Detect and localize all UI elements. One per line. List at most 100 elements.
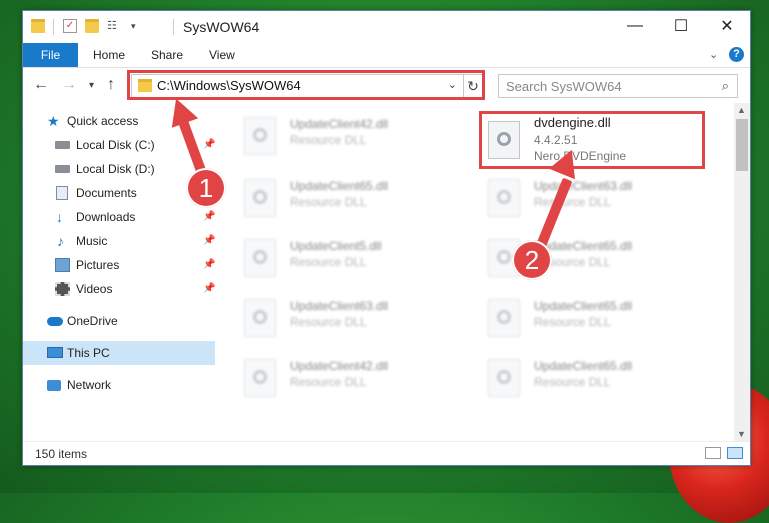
list-item[interactable]: UpdateClient42.dll Resource DLL xyxy=(236,355,466,407)
details-view-icon[interactable] xyxy=(705,447,721,459)
network-icon xyxy=(47,380,61,391)
sidebar-item-downloads[interactable]: ↓ Downloads 📌 xyxy=(23,205,215,229)
item-count: 150 items xyxy=(35,447,88,461)
new-folder-icon[interactable] xyxy=(85,19,99,33)
file-name: UpdateClient65.dll xyxy=(290,179,389,193)
sidebar-item-label: Videos xyxy=(76,282,113,296)
sidebar-item-this-pc[interactable]: This PC xyxy=(23,341,215,365)
minimize-button[interactable]: — xyxy=(612,11,658,41)
status-bar: 150 items xyxy=(23,441,750,466)
pin-icon: 📌 xyxy=(203,139,216,150)
list-item[interactable]: UpdateClient65.dll Resource DLL xyxy=(480,355,710,407)
close-button[interactable]: ✕ xyxy=(704,11,750,41)
large-icons-view-icon[interactable] xyxy=(727,447,743,459)
scroll-down-icon[interactable]: ▼ xyxy=(737,429,746,439)
dll-file-icon xyxy=(244,117,276,155)
file-name: UpdateClient65.dll xyxy=(534,359,633,373)
search-icon: ⌕ xyxy=(721,78,729,93)
search-box[interactable]: Search SysWOW64 ⌕ xyxy=(498,74,738,98)
folder-icon xyxy=(31,19,45,33)
sidebar-item-onedrive[interactable]: OneDrive xyxy=(23,309,215,333)
drive-icon xyxy=(55,141,70,149)
file-list: UpdateClient42.dll Resource DLL UpdateCl… xyxy=(216,107,736,441)
file-name: UpdateClient42.dll xyxy=(290,359,389,373)
sidebar-item-network[interactable]: Network xyxy=(23,373,215,397)
file-description: Resource DLL xyxy=(534,315,611,329)
sidebar-item-label: Pictures xyxy=(76,258,120,272)
maximize-button[interactable]: ☐ xyxy=(658,11,704,41)
list-item[interactable]: UpdateClient5.dll Resource DLL xyxy=(236,235,466,287)
file-description: Resource DLL xyxy=(290,375,367,389)
star-icon: ★ xyxy=(47,113,60,129)
list-item[interactable]: UpdateClient63.dll Resource DLL xyxy=(236,295,466,347)
back-arrow-icon[interactable]: ← xyxy=(33,76,49,94)
tab-file[interactable]: File xyxy=(23,43,78,67)
sidebar-item-videos[interactable]: Videos 📌 xyxy=(23,277,215,301)
sidebar-item-label: Music xyxy=(76,234,108,248)
tab-home[interactable]: Home xyxy=(93,43,125,67)
dll-file-icon xyxy=(244,359,276,397)
file-name: UpdateClient5.dll xyxy=(290,239,382,253)
pin-icon: 📌 xyxy=(203,283,216,294)
music-icon: ♪ xyxy=(57,233,64,249)
list-item[interactable]: UpdateClient42.dll Resource DLL xyxy=(236,113,466,165)
sidebar-item-label: OneDrive xyxy=(67,314,118,328)
documents-icon xyxy=(56,186,68,200)
sidebar-item-label: Network xyxy=(67,378,112,392)
scrollbar-thumb[interactable] xyxy=(736,119,748,171)
address-highlight-box xyxy=(127,70,485,100)
sidebar-item-music[interactable]: ♪ Music 📌 xyxy=(23,229,215,253)
dll-file-icon xyxy=(488,359,520,397)
dll-file-icon xyxy=(244,299,276,337)
list-item[interactable]: UpdateClient65.dll Resource DLL xyxy=(480,295,710,347)
title-bar: ✓ ☷ ▾ SysWOW64 — ☐ ✕ xyxy=(23,11,750,43)
divider xyxy=(53,19,54,35)
file-name: UpdateClient63.dll xyxy=(534,179,633,193)
up-arrow-icon[interactable]: ↑ xyxy=(107,76,115,94)
drive-icon xyxy=(55,165,70,173)
qat-dropdown-icon[interactable]: ▾ xyxy=(131,19,145,33)
videos-icon xyxy=(55,282,70,296)
divider xyxy=(173,19,174,35)
sidebar-item-pictures[interactable]: Pictures 📌 xyxy=(23,253,215,277)
file-description: Resource DLL xyxy=(290,133,367,147)
step-badge-2: 2 xyxy=(512,240,552,280)
list-item[interactable]: UpdateClient63.dll Resource DLL xyxy=(480,175,710,227)
forward-arrow-icon[interactable]: → xyxy=(61,76,77,94)
sidebar-item-label: Local Disk (D:) xyxy=(76,162,155,176)
window-title: SysWOW64 xyxy=(183,19,260,35)
sidebar-item-label: Downloads xyxy=(76,210,136,224)
file-name: UpdateClient65.dll xyxy=(534,299,633,313)
pictures-icon xyxy=(55,258,70,272)
sidebar-item-label: This PC xyxy=(67,346,110,360)
file-name: UpdateClient42.dll xyxy=(290,117,389,131)
properties-icon[interactable]: ✓ xyxy=(63,19,77,33)
file-description: Resource DLL xyxy=(290,195,367,209)
tab-share[interactable]: Share xyxy=(151,43,183,67)
navigation-pane: ★ Quick access Local Disk (C:) 📌 Local D… xyxy=(23,107,215,441)
pin-icon: 📌 xyxy=(203,235,216,246)
sidebar-item-local-disk-d[interactable]: Local Disk (D:) xyxy=(23,157,215,181)
sidebar-item-label: Local Disk (C:) xyxy=(76,138,155,152)
scroll-up-icon[interactable]: ▲ xyxy=(737,105,746,115)
help-icon[interactable]: ? xyxy=(729,47,744,62)
dll-file-icon xyxy=(488,179,520,217)
pc-icon xyxy=(47,347,63,358)
customize-toolbar-icon[interactable]: ☷ xyxy=(107,19,121,33)
list-item[interactable]: UpdateClient65.dll Resource DLL xyxy=(236,175,466,227)
file-description: Resource DLL xyxy=(290,315,367,329)
recent-locations-icon[interactable]: ▾ xyxy=(89,80,94,91)
vertical-scrollbar[interactable]: ▲ ▼ xyxy=(734,103,750,441)
explorer-window: ✓ ☷ ▾ SysWOW64 — ☐ ✕ File Home Share Vie… xyxy=(22,10,751,466)
ribbon-expand-icon[interactable]: ⌄ xyxy=(709,43,718,67)
navigation-bar: ← → ▾ ↑ C:\Windows\SysWOW64 ⌄ ↻ Search S… xyxy=(23,68,750,102)
dll-file-icon xyxy=(244,179,276,217)
search-input[interactable]: Search SysWOW64 xyxy=(506,79,622,94)
sidebar-item-label: Quick access xyxy=(67,114,139,128)
file-description: Resource DLL xyxy=(534,195,611,209)
file-description: Resource DLL xyxy=(290,255,367,269)
dll-file-icon xyxy=(244,239,276,277)
downloads-icon: ↓ xyxy=(56,209,63,225)
ribbon-tabs: File Home Share View ⌄ ? xyxy=(23,43,750,68)
tab-view[interactable]: View xyxy=(209,43,235,67)
